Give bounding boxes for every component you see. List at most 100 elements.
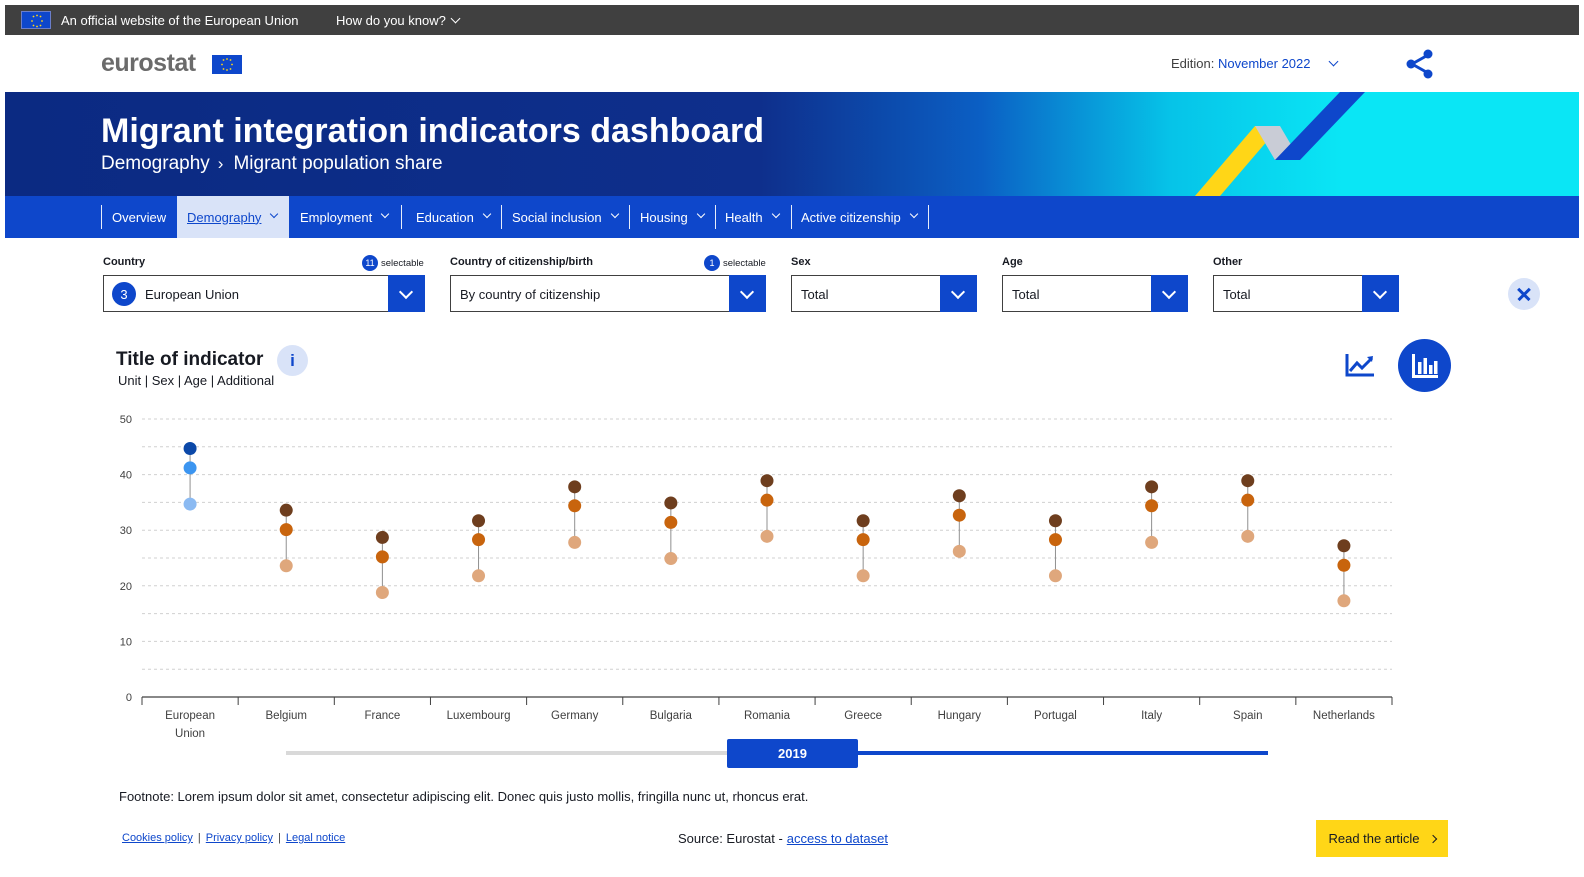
- share-icon: [1406, 49, 1433, 78]
- data-point: [1241, 529, 1255, 543]
- x-category-label: Luxembourg: [447, 710, 511, 722]
- chevron-down-icon: [1328, 56, 1339, 67]
- read-article-button[interactable]: Read the article: [1316, 820, 1448, 857]
- data-point: [472, 514, 486, 528]
- how-do-you-know-toggle[interactable]: How do you know?: [336, 13, 461, 28]
- age-select-value: Total: [1012, 287, 1040, 302]
- data-point: [760, 493, 774, 507]
- tab-health-label: Health: [725, 209, 763, 225]
- data-point: [952, 489, 966, 503]
- read-article-label: Read the article: [1328, 831, 1420, 846]
- tab-education[interactable]: Education: [416, 196, 492, 238]
- data-point: [279, 559, 293, 573]
- x-category-label: Italy: [1141, 710, 1162, 722]
- selected-count-badge: 3: [112, 282, 136, 306]
- official-eu-bar: An official website of the European Unio…: [5, 5, 1579, 35]
- page-title: Migrant integration indicators dashboard: [101, 112, 765, 150]
- other-select[interactable]: Total: [1213, 275, 1399, 312]
- chevron-down-icon[interactable]: [1362, 275, 1399, 312]
- data-point: [472, 569, 486, 583]
- chevron-down-icon[interactable]: [388, 275, 425, 312]
- bar-chart-icon: [1411, 353, 1438, 378]
- age-filter-label: Age: [1002, 256, 1023, 268]
- indicator-subtitle: Unit | Sex | Age | Additional: [118, 373, 275, 388]
- chart-footnote: Footnote: Lorem ipsum dolor sit amet, co…: [119, 789, 809, 804]
- nav-separator: [501, 205, 502, 229]
- x-category-label: Greece: [844, 710, 882, 722]
- year-slider-track-selected[interactable]: [857, 751, 1268, 755]
- tab-housing[interactable]: Housing: [640, 196, 705, 238]
- footer-links: Cookies policy | Privacy policy | Legal noti…: [122, 832, 345, 844]
- chevron-down-icon: [482, 209, 492, 219]
- breadcrumb: Demography › Migrant population share: [101, 153, 443, 175]
- chevron-right-icon: [1428, 834, 1437, 843]
- data-point: [856, 533, 870, 547]
- data-point: [1048, 533, 1062, 547]
- tab-active-citizenship-label: Active citizenship: [801, 209, 901, 225]
- source-note: Source: Eurostat - access to dataset: [678, 831, 888, 846]
- data-point: [664, 496, 678, 510]
- x-category-label: Romania: [744, 710, 791, 722]
- data-point: [1145, 480, 1159, 494]
- clear-filters-close-button[interactable]: [1508, 278, 1540, 310]
- y-tick-label: 30: [120, 525, 132, 537]
- eurostat-logo[interactable]: eurostat: [101, 49, 196, 78]
- how-do-you-know-label: How do you know?: [336, 13, 446, 28]
- chevron-down-icon[interactable]: [1151, 275, 1188, 312]
- chevron-down-icon: [909, 209, 918, 219]
- chevron-down-icon: [771, 209, 780, 219]
- privacy-policy-link[interactable]: Privacy policy: [206, 832, 273, 844]
- tab-social-inclusion[interactable]: Social inclusion: [512, 196, 619, 238]
- tab-health[interactable]: Health: [725, 196, 780, 238]
- nav-separator: [101, 205, 102, 229]
- data-point: [375, 550, 389, 564]
- tab-social-inclusion-label: Social inclusion: [512, 209, 602, 225]
- cookies-policy-link[interactable]: Cookies policy: [122, 832, 193, 844]
- data-point: [375, 585, 389, 599]
- citizenship-select[interactable]: By country of citizenship: [450, 275, 766, 312]
- x-category-label: Union: [175, 728, 205, 740]
- x-category-label: Spain: [1233, 710, 1262, 722]
- chevron-down-icon[interactable]: [940, 275, 977, 312]
- legal-notice-link[interactable]: Legal notice: [286, 832, 345, 844]
- year-slider-handle[interactable]: 2019: [727, 739, 858, 768]
- banner-decoration: [1195, 92, 1365, 196]
- sex-select[interactable]: Total: [791, 275, 977, 312]
- data-point: [1048, 569, 1062, 583]
- chevron-down-icon: [696, 209, 705, 219]
- data-point: [1241, 493, 1255, 507]
- citizenship-filter-label: Country of citizenship/birth: [450, 256, 593, 268]
- data-point: [279, 503, 293, 517]
- data-point: [183, 497, 197, 511]
- tab-overview[interactable]: Overview: [112, 196, 166, 238]
- data-point: [1337, 558, 1351, 572]
- dashboard-banner: Migrant integration indicators dashboard…: [5, 92, 1579, 196]
- y-tick-label: 0: [126, 692, 132, 704]
- selectable-text: selectable: [381, 257, 424, 269]
- breadcrumb-demography[interactable]: Demography: [101, 153, 210, 174]
- sex-filter-label: Sex: [791, 256, 811, 268]
- indicator-title: Title of indicator: [116, 349, 264, 370]
- country-filter-label: Country: [103, 256, 146, 268]
- data-point: [568, 535, 582, 549]
- chevron-down-icon[interactable]: [729, 275, 766, 312]
- country-select[interactable]: 3 European Union: [103, 275, 425, 312]
- edition-selector[interactable]: Edition: November 2022: [1171, 56, 1339, 71]
- bar-chart-toggle-button[interactable]: [1398, 339, 1451, 392]
- share-button[interactable]: [1391, 35, 1449, 92]
- nav-separator: [629, 205, 630, 229]
- access-dataset-link[interactable]: access to dataset: [787, 831, 888, 846]
- citizenship-count-badge: 1: [704, 255, 720, 271]
- age-select[interactable]: Total: [1002, 275, 1188, 312]
- data-point: [664, 515, 678, 529]
- tab-overview-label: Overview: [112, 209, 167, 225]
- nav-separator: [401, 205, 402, 229]
- tab-employment[interactable]: Employment: [300, 196, 390, 238]
- year-slider-track[interactable]: [286, 751, 727, 755]
- tab-active-citizenship[interactable]: Active citizenship: [801, 196, 918, 238]
- tab-demography[interactable]: Demography: [177, 196, 289, 238]
- line-chart-toggle-button[interactable]: [1340, 347, 1380, 383]
- data-point: [856, 514, 870, 528]
- data-point: [760, 474, 774, 488]
- info-icon-button[interactable]: i: [277, 345, 308, 376]
